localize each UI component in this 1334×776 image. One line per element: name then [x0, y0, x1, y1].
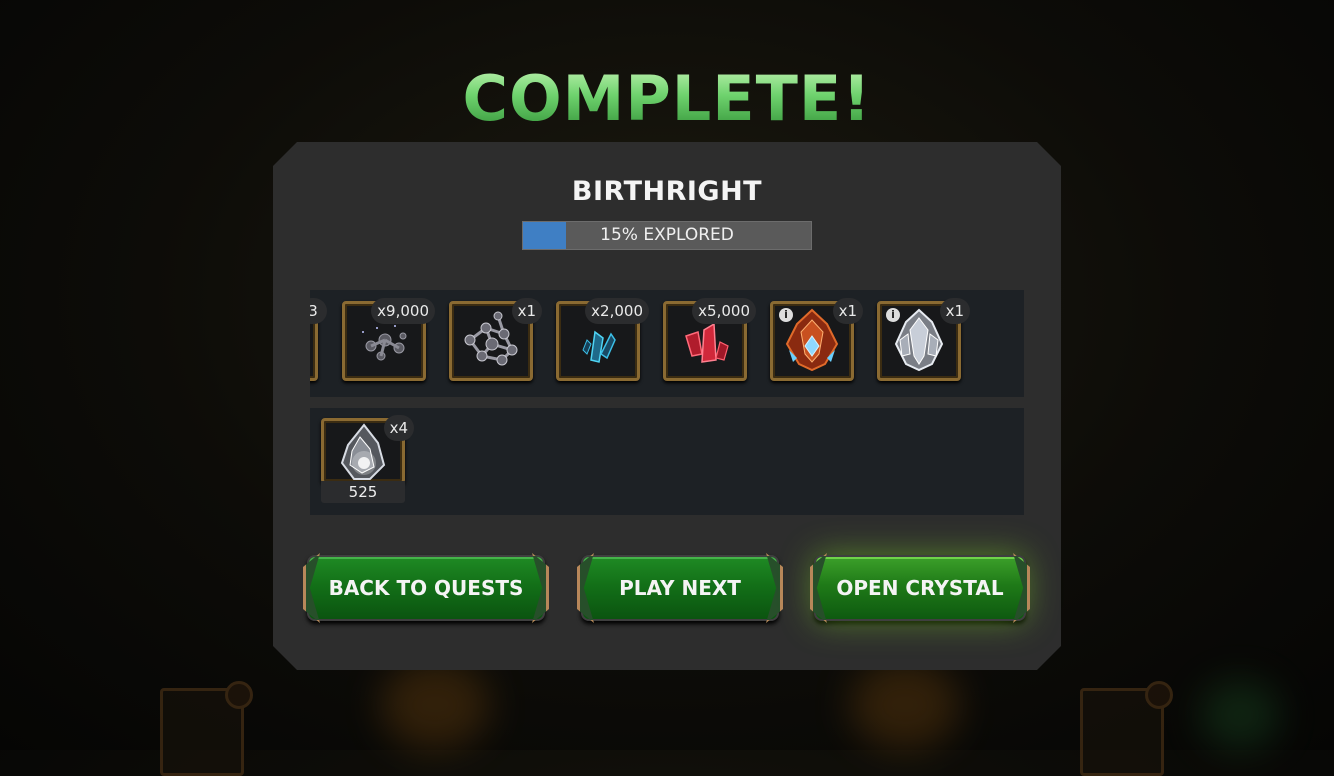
reward-item[interactable]: 3 [310, 298, 327, 381]
reward-item[interactable]: x9,000 [342, 298, 435, 381]
reward-value: 525 [321, 481, 405, 503]
rewards-row[interactable]: x4 525 [310, 408, 1024, 515]
open-crystal-button[interactable]: OPEN CRYSTAL [814, 555, 1026, 621]
reward-count: x1 [511, 298, 542, 324]
reward-count: x9,000 [371, 298, 435, 324]
progress-text: 15% EXPLORED [600, 225, 734, 245]
reward-item[interactable]: x4 525 [321, 415, 414, 503]
reward-count: x2,000 [585, 298, 649, 324]
reward-item[interactable]: x1 [449, 298, 542, 381]
reward-count: x5,000 [692, 298, 756, 324]
bg-champion-card-right [1080, 681, 1173, 776]
reward-count: x1 [939, 298, 970, 324]
reward-item[interactable]: x2,000 [556, 298, 649, 381]
reward-item[interactable]: i x1 [877, 298, 970, 381]
complete-title: COMPLETE! [0, 62, 1334, 135]
rewards-row[interactable]: 3 x9,000 x1 x2,000 x5,000 i x1 i x1 [310, 290, 1024, 397]
bg-champion-card-left [160, 681, 253, 776]
info-icon[interactable]: i [886, 308, 900, 322]
quest-name: BIRTHRIGHT [571, 176, 763, 207]
reward-count: 3 [310, 298, 327, 324]
back-to-quests-button[interactable]: BACK TO QUESTS [307, 555, 545, 621]
reward-count: x1 [832, 298, 863, 324]
reward-item[interactable]: i x1 [770, 298, 863, 381]
info-icon[interactable]: i [779, 308, 793, 322]
reward-count: x4 [383, 415, 414, 441]
reward-item[interactable]: x5,000 [663, 298, 756, 381]
play-next-button[interactable]: PLAY NEXT [581, 555, 779, 621]
exploration-progress-bar: 15% EXPLORED [522, 221, 812, 250]
